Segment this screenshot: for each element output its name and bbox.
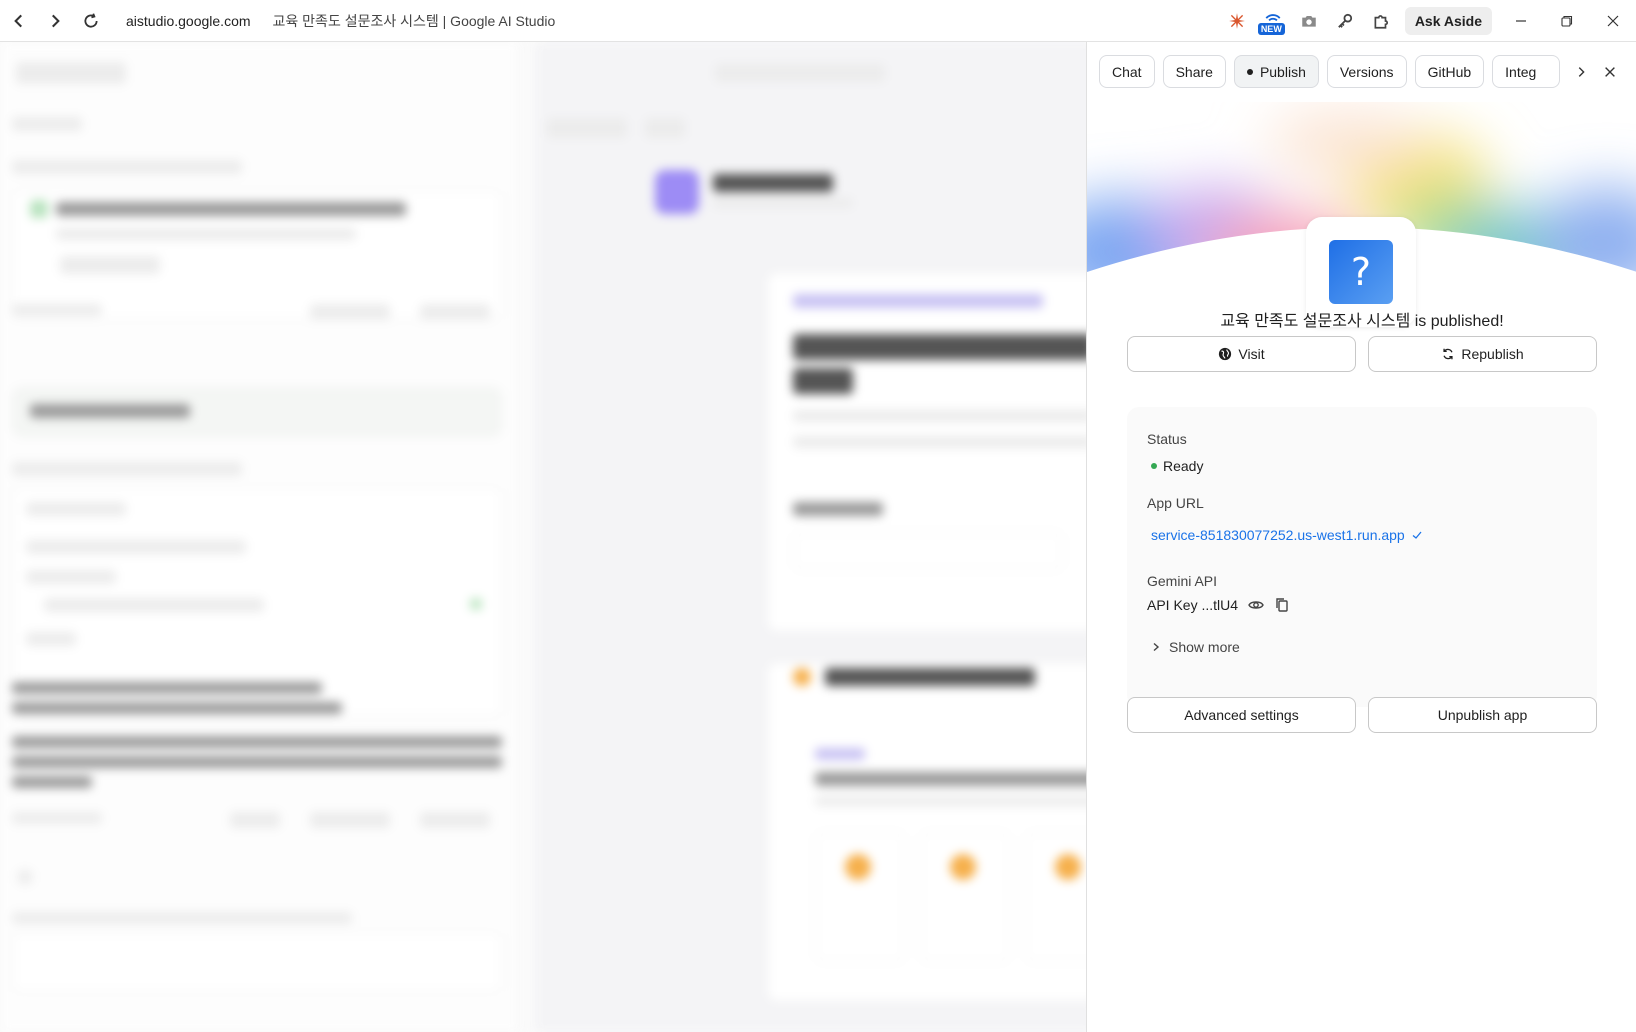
globe-icon: [1219, 347, 1232, 361]
back-button[interactable]: [2, 4, 36, 38]
advanced-settings-button[interactable]: Advanced settings: [1127, 697, 1356, 733]
secondary-actions: Advanced settings Unpublish app: [1127, 697, 1597, 733]
republish-button[interactable]: Republish: [1368, 336, 1597, 372]
background-preview-pane: [535, 42, 1086, 1032]
tab-share[interactable]: Share: [1162, 55, 1226, 88]
unpublish-app-button[interactable]: Unpublish app: [1368, 697, 1597, 733]
new-badge: NEW: [1257, 23, 1285, 35]
extensions-button[interactable]: [1363, 5, 1399, 37]
close-icon: [1607, 15, 1619, 27]
chevron-right-icon: [1578, 66, 1585, 77]
extension-claude[interactable]: [1219, 5, 1255, 37]
tab-github[interactable]: GitHub: [1414, 55, 1485, 88]
arrow-right-icon: [52, 14, 60, 27]
background-chat-pane: [0, 42, 520, 1032]
forward-button[interactable]: [38, 4, 72, 38]
puzzle-icon: [1374, 15, 1388, 29]
visit-label: Visit: [1238, 346, 1265, 362]
tab-publish-label: Publish: [1259, 63, 1306, 80]
app-url-link[interactable]: service-851830077252.us-west1.run.app: [1151, 527, 1423, 543]
visit-button[interactable]: Visit: [1127, 336, 1356, 372]
chevron-right-icon: [1153, 642, 1160, 652]
key-icon: [1337, 13, 1352, 28]
publish-hero-banner: ?: [1087, 102, 1636, 332]
gemini-api-label: Gemini API: [1147, 573, 1218, 589]
camera-icon: [1302, 15, 1316, 27]
status-text: Ready: [1163, 458, 1204, 474]
browser-toolbar: aistudio.google.com 교육 만족도 설문조사 시스템 | Go…: [0, 0, 1636, 42]
copy-icon[interactable]: [1274, 597, 1290, 613]
active-dot-icon: [1246, 68, 1253, 75]
tab-publish[interactable]: Publish: [1233, 55, 1319, 88]
tabs-scroll-right-button[interactable]: [1568, 55, 1594, 88]
panel-tabs: Chat Share Publish Versions GitHub Integ: [1099, 55, 1594, 88]
background-app-blurred: [0, 42, 1086, 1032]
address-bar-url[interactable]: aistudio.google.com: [126, 13, 251, 29]
publish-info-card: Status Ready App URL service-85183007725…: [1127, 407, 1597, 707]
reload-button[interactable]: [74, 4, 108, 38]
arrow-left-icon: [14, 14, 22, 27]
check-icon: [1412, 531, 1422, 539]
extension-new[interactable]: NEW: [1255, 5, 1291, 37]
close-window-button[interactable]: [1590, 0, 1636, 42]
restore-icon: [1561, 15, 1573, 27]
republish-label: Republish: [1461, 346, 1524, 362]
close-panel-button[interactable]: [1598, 60, 1622, 84]
app-url-text: service-851830077252.us-west1.run.app: [1151, 527, 1405, 543]
show-more-label: Show more: [1169, 639, 1240, 655]
close-icon: [1605, 67, 1615, 77]
restore-button[interactable]: [1544, 0, 1590, 42]
key-button[interactable]: [1327, 5, 1363, 37]
api-key-row: API Key ...tlU4: [1147, 597, 1290, 613]
published-message: 교육 만족도 설문조사 시스템 is published!: [1220, 313, 1504, 330]
status-value: Ready: [1151, 458, 1203, 474]
ask-aside-button[interactable]: Ask Aside: [1404, 7, 1492, 35]
screenshot-button[interactable]: [1291, 5, 1327, 37]
tab-chat[interactable]: Chat: [1099, 55, 1155, 88]
primary-actions: Visit Republish: [1127, 336, 1597, 372]
status-label: Status: [1147, 431, 1187, 447]
status-dot-icon: [1151, 463, 1157, 469]
app-url-label: App URL: [1147, 495, 1204, 511]
minimize-button[interactable]: [1498, 0, 1544, 42]
minimize-icon: [1516, 20, 1526, 22]
page-title: 교육 만족도 설문조사 시스템 | Google AI Studio: [272, 12, 556, 29]
publish-panel: Chat Share Publish Versions GitHub Integ: [1086, 42, 1636, 1032]
api-key-text: API Key ...tlU4: [1147, 597, 1239, 613]
reload-icon: [84, 12, 98, 27]
tab-integrations[interactable]: Integ: [1492, 55, 1561, 88]
eye-icon[interactable]: [1248, 597, 1264, 613]
show-more-toggle[interactable]: Show more: [1151, 639, 1240, 655]
sparkle-icon: [1228, 13, 1245, 29]
refresh-icon: [1443, 348, 1453, 360]
question-mark-icon: ?: [1329, 240, 1393, 304]
tab-versions[interactable]: Versions: [1326, 55, 1407, 88]
